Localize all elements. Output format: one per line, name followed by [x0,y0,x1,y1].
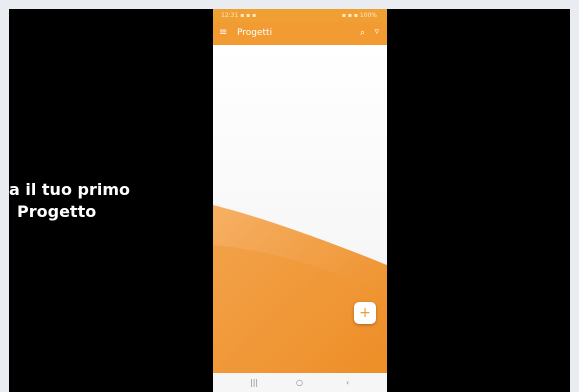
caption-line-2: Progetto [17,202,97,221]
video-frame: a il tuo primo Progetto 12:31 ▪ ▪ ▪ ▪ ▪ … [9,9,570,392]
caption-line-1: a il tuo primo [9,180,130,199]
app-bar-title: Progetti [237,28,273,38]
search-icon[interactable]: ⌕ [360,27,365,39]
home-icon[interactable]: ○ [296,373,303,392]
filter-icon[interactable]: ▿ [374,26,379,38]
status-time: 12:31 ▪ ▪ ▪ [221,12,257,19]
navigation-bar: ||| ○ ‹ [213,373,387,392]
recent-apps-icon[interactable]: ||| [250,373,258,392]
caption-text: a il tuo primo Progetto [9,179,130,223]
phone-screen: 12:31 ▪ ▪ ▪ ▪ ▪ ▪ 100% ≡ Progetti ⌕ ▿ + … [213,9,387,392]
status-bar: 12:31 ▪ ▪ ▪ ▪ ▪ ▪ 100% [213,9,387,22]
status-indicators: ▪ ▪ ▪ 100% [341,12,377,19]
add-project-button[interactable]: + [354,302,376,324]
plus-icon: + [359,305,371,321]
menu-icon[interactable]: ≡ [219,27,227,39]
app-bar: ≡ Progetti ⌕ ▿ [213,22,387,45]
back-icon[interactable]: ‹ [346,373,349,392]
